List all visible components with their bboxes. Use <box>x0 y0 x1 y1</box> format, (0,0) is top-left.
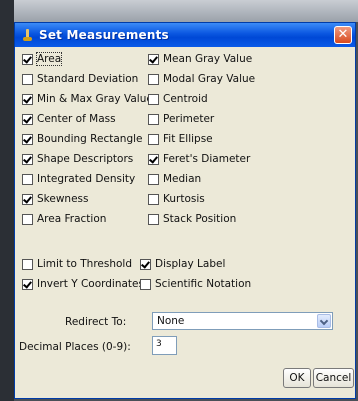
checkbox-label: Display Label <box>155 258 226 270</box>
checkbox[interactable] <box>22 93 33 105</box>
checkbox[interactable] <box>148 93 159 105</box>
checkbox-label: Invert Y Coordinates <box>37 278 144 290</box>
close-button[interactable]: ✕ <box>334 26 352 44</box>
checkbox-median[interactable]: Median <box>148 172 201 186</box>
checkbox-label: Mean Gray Value <box>163 53 253 65</box>
checkbox-kurtosis[interactable]: Kurtosis <box>148 192 205 206</box>
checkbox[interactable] <box>22 133 33 145</box>
checkbox[interactable] <box>148 133 159 145</box>
checkbox-label: Bounding Rectangle <box>37 133 143 145</box>
checkbox[interactable] <box>148 213 159 225</box>
checkbox-bounding-rectangle[interactable]: Bounding Rectangle <box>22 132 142 146</box>
close-icon: ✕ <box>337 27 349 42</box>
checkbox[interactable] <box>148 113 159 125</box>
checkbox-area-fraction[interactable]: Area Fraction <box>22 212 106 226</box>
checkbox-label: Median <box>163 173 202 185</box>
checkbox-label: Limit to Threshold <box>37 258 132 270</box>
cancel-button[interactable]: Cancel <box>313 368 354 388</box>
checkbox[interactable] <box>148 73 159 85</box>
checkbox-perimeter[interactable]: Perimeter <box>148 112 214 126</box>
checkbox[interactable] <box>22 73 33 85</box>
decimal-places-input[interactable]: 3 <box>152 336 177 355</box>
checkbox[interactable] <box>148 53 159 65</box>
desktop-background-left <box>0 0 14 401</box>
checkbox-scientific-notation[interactable]: Scientific Notation <box>140 277 251 291</box>
checkbox-fit-ellipse[interactable]: Fit Ellipse <box>148 132 213 146</box>
checkbox-label: Center of Mass <box>37 113 116 125</box>
checkbox-label: Scientific Notation <box>155 278 252 290</box>
checkbox-mean-gray-value[interactable]: Mean Gray Value <box>148 52 252 66</box>
set-measurements-dialog: Set Measurements ✕ Area Mean Gray Value … <box>14 22 356 399</box>
checkbox[interactable] <box>22 173 33 185</box>
checkbox-label: Area <box>35 52 63 66</box>
checkbox[interactable] <box>22 258 33 270</box>
checkbox-label: Perimeter <box>163 113 215 125</box>
checkbox[interactable] <box>148 193 159 205</box>
chevron-down-icon[interactable] <box>317 314 331 328</box>
checkbox[interactable] <box>140 258 151 270</box>
checkbox-integrated-density[interactable]: Integrated Density <box>22 172 135 186</box>
ok-button[interactable]: OK <box>283 368 311 388</box>
checkbox[interactable] <box>148 173 159 185</box>
checkbox-label: Min & Max Gray Value <box>37 93 153 105</box>
redirect-to-value: None <box>157 315 185 327</box>
checkbox[interactable] <box>22 193 33 205</box>
checkbox-center-of-mass[interactable]: Center of Mass <box>22 112 116 126</box>
dialog-content: Area Mean Gray Value Standard Deviation … <box>15 47 355 398</box>
checkbox[interactable] <box>22 153 33 165</box>
checkbox-modal-gray-value[interactable]: Modal Gray Value <box>148 72 255 86</box>
checkbox[interactable] <box>148 153 159 165</box>
checkbox-label: Shape Descriptors <box>37 153 134 165</box>
decimal-places-label: Decimal Places (0-9): <box>19 341 131 353</box>
checkbox-display-label[interactable]: Display Label <box>140 257 225 271</box>
desktop-background <box>0 0 358 22</box>
checkbox-label: Standard Deviation <box>37 73 139 85</box>
title-bar[interactable]: Set Measurements ✕ <box>15 23 355 47</box>
checkbox[interactable] <box>22 278 33 290</box>
checkbox-min-max-gray-value[interactable]: Min & Max Gray Value <box>22 92 153 106</box>
checkbox[interactable] <box>140 278 151 290</box>
checkbox-ferets-diameter[interactable]: Feret's Diameter <box>148 152 250 166</box>
checkbox-label: Stack Position <box>163 213 237 225</box>
redirect-to-label: Redirect To: <box>65 316 127 328</box>
checkbox-label: Fit Ellipse <box>163 133 213 145</box>
checkbox[interactable] <box>22 213 33 225</box>
checkbox-limit-to-threshold[interactable]: Limit to Threshold <box>22 257 132 271</box>
checkbox-stack-position[interactable]: Stack Position <box>148 212 236 226</box>
checkbox-shape-descriptors[interactable]: Shape Descriptors <box>22 152 133 166</box>
checkbox-centroid[interactable]: Centroid <box>148 92 208 106</box>
checkbox-skewness[interactable]: Skewness <box>22 192 88 206</box>
checkbox-label: Integrated Density <box>37 173 136 185</box>
checkbox-label: Area Fraction <box>37 213 107 225</box>
checkbox-invert-y-coordinates[interactable]: Invert Y Coordinates <box>22 277 144 291</box>
checkbox-label: Kurtosis <box>163 193 205 205</box>
checkbox-label: Modal Gray Value <box>163 73 256 85</box>
checkbox[interactable] <box>22 113 33 125</box>
redirect-to-select[interactable]: None <box>152 312 333 330</box>
checkbox[interactable] <box>22 53 33 65</box>
imagej-microscope-icon <box>21 28 33 42</box>
window-title: Set Measurements <box>39 28 169 42</box>
checkbox-area[interactable]: Area <box>22 52 63 66</box>
checkbox-label: Feret's Diameter <box>163 153 251 165</box>
checkbox-standard-deviation[interactable]: Standard Deviation <box>22 72 138 86</box>
checkbox-label: Centroid <box>163 93 208 105</box>
checkbox-label: Skewness <box>37 193 89 205</box>
